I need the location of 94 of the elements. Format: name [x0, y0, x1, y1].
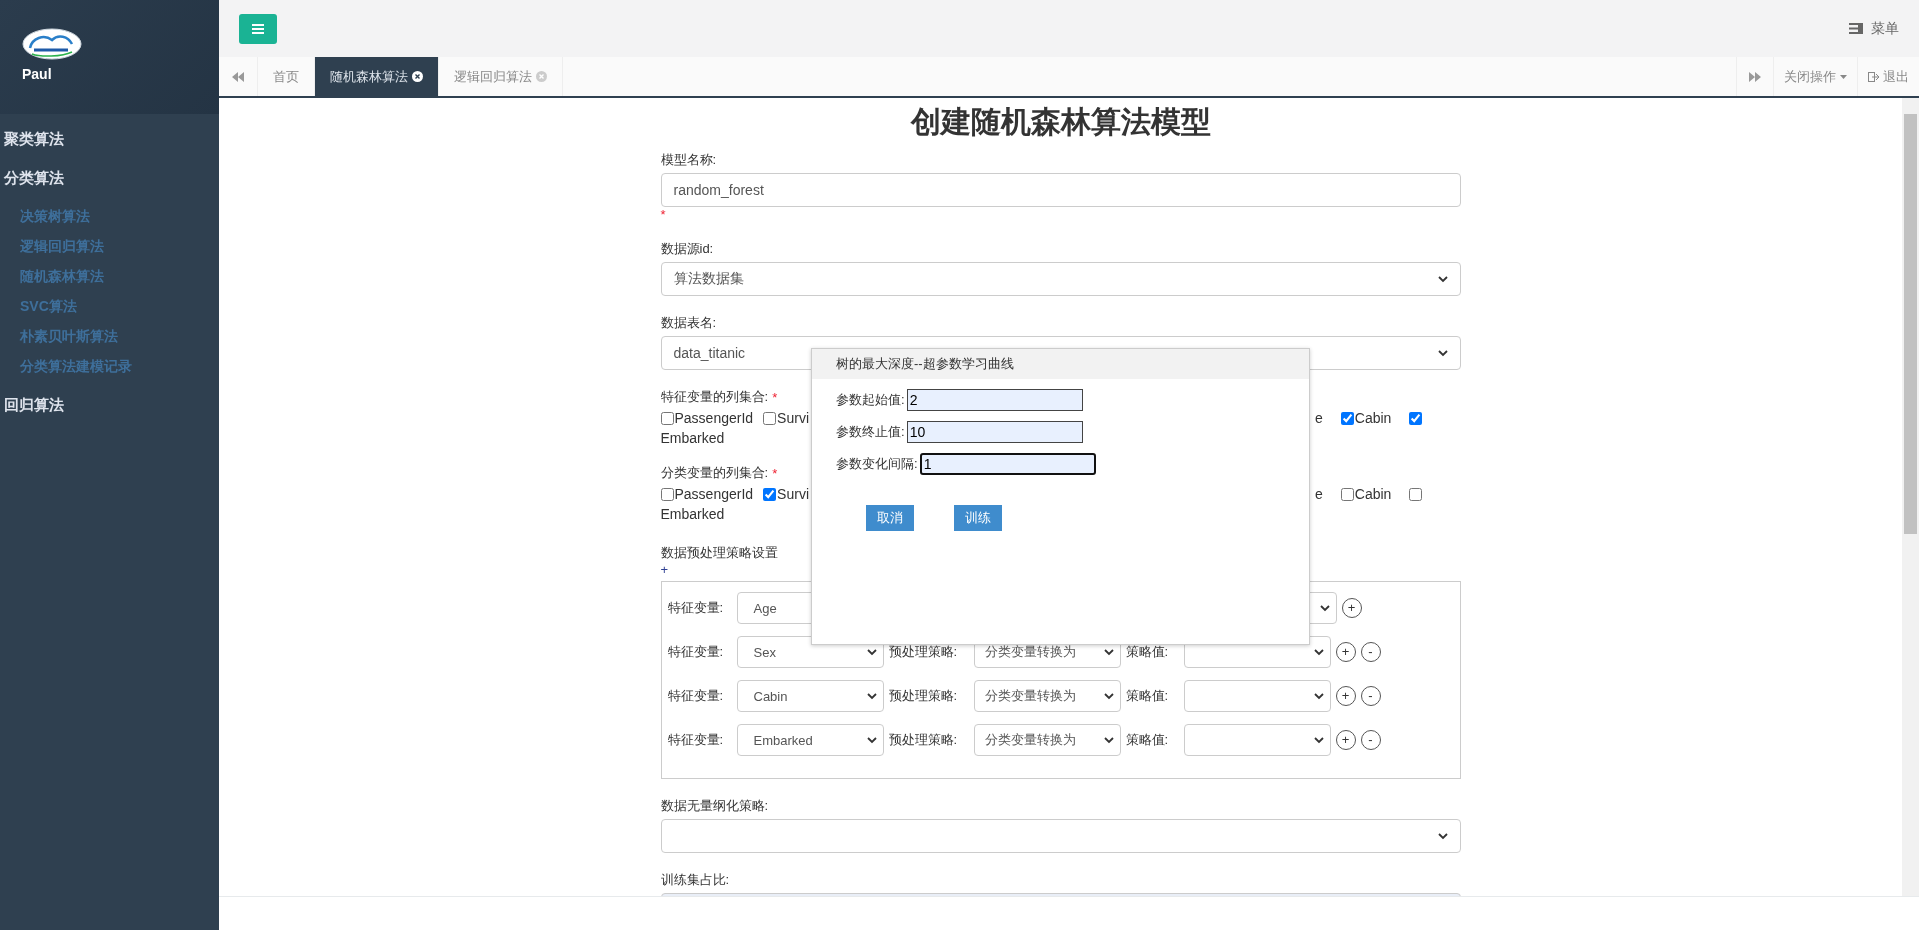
tab[interactable]: 随机森林算法 [315, 57, 439, 96]
chevron-down-icon [1437, 349, 1448, 357]
checkbox-label: Survi [777, 486, 809, 502]
add-button[interactable]: + [1341, 598, 1362, 618]
menu-icon [252, 23, 264, 34]
field-label: 数据源id: [660, 240, 714, 258]
checkbox[interactable] [660, 487, 674, 501]
checkbox-label: Embarked [660, 430, 725, 446]
select-field[interactable]: 分类变量转换为 [973, 680, 1121, 712]
field-label: 特征变量: [667, 731, 725, 749]
select-field[interactable]: Cabin [736, 680, 884, 712]
select-field[interactable]: 算法数据集 [660, 262, 1461, 296]
checkbox[interactable] [660, 411, 674, 425]
chevron-down-icon [1103, 648, 1114, 656]
checkbox[interactable] [763, 411, 777, 425]
field-label: 数据无量纲化策略: [660, 797, 769, 815]
select-field[interactable] [660, 819, 1461, 853]
close-icon[interactable] [412, 71, 423, 82]
menu-toggle-button[interactable] [239, 13, 277, 44]
field-label: 模型名称: [660, 151, 717, 169]
checkbox[interactable] [1409, 487, 1423, 501]
field-label: 策略值: [1125, 643, 1170, 661]
required-mark: * [772, 465, 778, 481]
caret-icon [1840, 74, 1847, 79]
chevron-down-icon [1437, 275, 1448, 283]
field-label: 训练集占比: [660, 871, 730, 889]
field-label: 数据表名: [660, 314, 717, 332]
remove-button[interactable]: - [1360, 686, 1381, 706]
field-label: 参数起始值: [836, 391, 905, 409]
field-label: 参数变化间隔: [836, 455, 918, 473]
checkbox-label: Embarked [660, 506, 725, 522]
field-label: 策略值: [1125, 687, 1170, 705]
chevron-down-icon [866, 736, 877, 744]
field-label: 预处理策略: [888, 643, 959, 661]
chevron-down-icon [866, 648, 877, 656]
checkbox[interactable] [1409, 411, 1423, 425]
field-label: 特征变量: [667, 687, 725, 705]
field-label: 特征变量: [667, 599, 725, 617]
required-mark: * [772, 389, 778, 405]
checkbox[interactable] [763, 487, 777, 501]
field-label: 预处理策略: [888, 731, 959, 749]
scrollbar[interactable] [1902, 98, 1919, 896]
checkbox-label: PassengerId [674, 486, 754, 502]
select-field[interactable]: 分类变量转换为 [973, 724, 1121, 756]
chevron-down-icon [1103, 692, 1114, 700]
chevron-down-icon [1313, 736, 1324, 744]
select-field[interactable] [1183, 724, 1331, 756]
section-label: 数据预处理策略设置 [660, 544, 779, 562]
sign-out-icon [1868, 71, 1879, 82]
remove-button[interactable]: - [1360, 642, 1381, 662]
field-label: 策略值: [1125, 731, 1170, 749]
remove-button[interactable]: - [1360, 730, 1381, 750]
input-field[interactable]: random_forest [660, 173, 1461, 207]
field-label: 分类变量的列集合: [660, 464, 769, 482]
menu-item[interactable]: 聚类算法 [0, 120, 219, 159]
checkbox-label: PassengerId [674, 410, 754, 426]
page-title: 创建随机森林算法模型 [909, 104, 1212, 140]
field-label: 特征变量的列集合: [660, 388, 769, 406]
double-right-arrow-icon [1749, 71, 1761, 82]
checkbox[interactable] [1340, 487, 1354, 501]
field-label: 参数终止值: [836, 423, 905, 441]
checkbox-label: Cabin [1354, 410, 1392, 426]
checkbox-label: Survi [777, 410, 809, 426]
chevron-down-icon [1319, 604, 1330, 612]
chevron-down-icon [866, 692, 877, 700]
checkbox-label: e [1315, 410, 1323, 426]
dialog-title: 树的最大深度--超参数学习曲线 [836, 355, 1014, 373]
chevron-down-icon [1437, 832, 1448, 840]
menu-link[interactable]: 菜单 [1849, 19, 1899, 38]
menu-item[interactable]: 分类算法 [0, 159, 219, 198]
train-button[interactable]: 训练 [954, 505, 1002, 531]
required-mark: * [660, 207, 667, 222]
input-field[interactable]: 1 [919, 453, 1096, 475]
chevron-down-icon [1313, 692, 1324, 700]
checkbox-label: e [1315, 486, 1323, 502]
field-label: 特征变量: [667, 643, 725, 661]
list-icon [1849, 23, 1863, 34]
chevron-down-icon [1103, 736, 1114, 744]
checkbox[interactable] [1340, 411, 1354, 425]
user-name: Paul [22, 66, 53, 82]
chevron-down-icon [1313, 648, 1324, 656]
input-field[interactable]: 10 [906, 421, 1083, 443]
cloud-logo-icon [22, 28, 82, 60]
field-label: 预处理策略: [888, 687, 959, 705]
menu-item[interactable]: 回归算法 [0, 386, 219, 425]
checkbox-label: Cabin [1354, 486, 1392, 502]
select-field[interactable]: Embarked [736, 724, 884, 756]
cancel-button[interactable]: 取消 [866, 505, 914, 531]
add-button[interactable]: + [1335, 730, 1356, 750]
add-button[interactable]: + [1335, 642, 1356, 662]
double-left-arrow-icon [232, 71, 244, 82]
add-button[interactable]: + [1335, 686, 1356, 706]
input-field[interactable]: 2 [906, 389, 1083, 411]
select-field[interactable] [1183, 680, 1331, 712]
